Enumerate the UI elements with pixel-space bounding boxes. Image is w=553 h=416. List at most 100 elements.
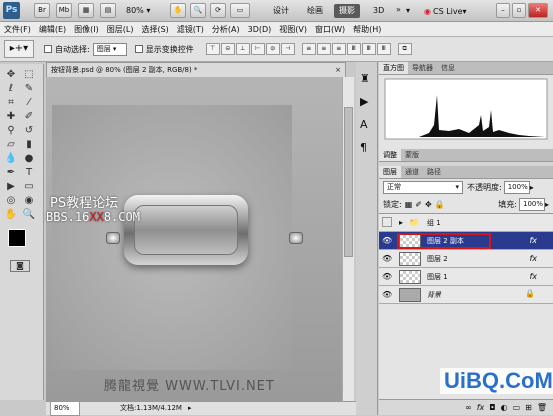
adjustment-layer-icon[interactable]: ◐: [501, 403, 508, 412]
quick-select-tool-icon[interactable]: ✎: [20, 82, 38, 96]
visibility-eye-icon[interactable]: 👁: [382, 290, 392, 299]
align-hcenter-icon[interactable]: ⦶: [265, 43, 280, 55]
workspace-painting[interactable]: 绘画: [302, 4, 328, 18]
distribute-right-icon[interactable]: Ⅲ: [376, 43, 391, 55]
quick-mask-icon[interactable]: ◙: [10, 260, 30, 272]
workspace-menu-arrow[interactable]: ▾: [406, 4, 410, 18]
foreground-color-swatch[interactable]: [8, 229, 26, 247]
opacity-field[interactable]: 100%: [503, 181, 530, 194]
cs-live-button[interactable]: ◉ CS Live ▾: [424, 4, 467, 18]
restore-button[interactable]: ▫: [512, 3, 526, 18]
layer-effects-icon[interactable]: fx: [529, 268, 537, 286]
expand-arrow-icon[interactable]: ▸: [399, 214, 403, 232]
bridge-button[interactable]: Br: [34, 3, 50, 18]
status-zoom-field[interactable]: 80%: [50, 401, 80, 416]
hand-tool-icon[interactable]: ✋: [2, 208, 20, 222]
add-style-icon[interactable]: fx: [477, 403, 485, 412]
workspace-photography[interactable]: 摄影: [334, 4, 360, 18]
menu-layer[interactable]: 图层(L): [103, 22, 138, 37]
show-transform-checkbox[interactable]: [134, 45, 143, 53]
tab-histogram[interactable]: 直方图: [379, 62, 408, 74]
visibility-toggle-empty[interactable]: [382, 217, 392, 227]
tool-preset-picker[interactable]: ▸+▾: [4, 40, 34, 58]
zoom-tool-icon[interactable]: 🔍: [20, 208, 38, 222]
menu-select[interactable]: 选择(S): [137, 22, 172, 37]
distribute-vcenter-icon[interactable]: ≡: [316, 43, 331, 55]
distribute-top-icon[interactable]: ≡: [301, 43, 316, 55]
healing-brush-tool-icon[interactable]: ✚: [2, 110, 20, 124]
minimize-button[interactable]: –: [496, 3, 510, 18]
fill-field[interactable]: 100%: [518, 198, 545, 211]
lasso-tool-icon[interactable]: ℓ: [2, 82, 20, 96]
menu-3d[interactable]: 3D(D): [244, 22, 276, 37]
visibility-eye-icon[interactable]: 👁: [382, 254, 392, 263]
canvas-vertical-scrollbar[interactable]: [342, 77, 354, 402]
layer-effects-icon[interactable]: fx: [529, 232, 537, 250]
tab-navigator[interactable]: 导航器: [408, 62, 437, 74]
distribute-left-icon[interactable]: Ⅲ: [346, 43, 361, 55]
mini-bridge-button[interactable]: Mb: [56, 3, 72, 18]
menu-file[interactable]: 文件(F): [0, 22, 35, 37]
rotate-view-button[interactable]: ⟳: [210, 3, 226, 18]
distribute-hcenter-icon[interactable]: Ⅲ: [361, 43, 376, 55]
brush-tool-icon[interactable]: ✐: [20, 110, 38, 124]
move-tool-icon[interactable]: ✥: [2, 68, 20, 82]
paragraph-panel-icon[interactable]: ¶: [360, 141, 373, 154]
layer-row-layer-2[interactable]: 👁 图层 2 fx: [379, 250, 553, 268]
actions-panel-icon[interactable]: ▶: [360, 95, 373, 108]
tab-layers[interactable]: 图层: [379, 166, 401, 178]
auto-select-checkbox[interactable]: [44, 45, 52, 53]
menu-image[interactable]: 图像(I): [70, 22, 103, 37]
align-top-icon[interactable]: ⊤: [205, 43, 220, 55]
new-group-icon[interactable]: ▭: [513, 403, 521, 412]
document-canvas[interactable]: PS教程论坛 BBS.16XX8.COM 腾龍視覺 WWW.TLVI.NET: [46, 77, 342, 402]
menu-filter[interactable]: 滤镜(T): [173, 22, 208, 37]
pen-tool-icon[interactable]: ✒: [2, 166, 20, 180]
marquee-tool-icon[interactable]: ⬚: [20, 68, 38, 82]
distribute-bottom-icon[interactable]: ≡: [331, 43, 346, 55]
workspace-more-button[interactable]: »: [396, 5, 401, 14]
arrange-docs-button[interactable]: ▤: [100, 3, 116, 18]
tab-masks[interactable]: 蒙版: [401, 149, 423, 161]
3d-rotate-tool-icon[interactable]: ◎: [2, 194, 20, 208]
visibility-eye-icon[interactable]: 👁: [382, 236, 392, 245]
layer-row-layer-1[interactable]: 👁 图层 1 fx: [379, 268, 553, 286]
align-bottom-icon[interactable]: ⊥: [235, 43, 250, 55]
eraser-tool-icon[interactable]: ▱: [2, 138, 20, 152]
hand-tool-button[interactable]: ✋: [170, 3, 186, 18]
opacity-slider-arrow[interactable]: ▸: [530, 183, 534, 192]
eyedropper-tool-icon[interactable]: ⁄: [20, 96, 38, 110]
align-left-icon[interactable]: ⊢: [250, 43, 265, 55]
scroll-thumb[interactable]: [344, 107, 353, 257]
history-panel-icon[interactable]: ♜: [360, 72, 373, 85]
new-layer-icon[interactable]: ⊞: [525, 403, 532, 412]
tab-channels[interactable]: 通道: [401, 166, 423, 178]
dodge-tool-icon[interactable]: ●: [20, 152, 38, 166]
menu-view[interactable]: 视图(V): [275, 22, 311, 37]
close-button[interactable]: ✕: [528, 3, 548, 18]
document-tab[interactable]: 按钮背景.psd @ 80% (图层 2 副本, RGB/8) * ×: [46, 62, 346, 77]
workspace-design[interactable]: 设计: [268, 4, 294, 18]
auto-select-dropdown[interactable]: 图层 ▾: [92, 42, 127, 56]
align-vcenter-icon[interactable]: ⊝: [220, 43, 235, 55]
tab-paths[interactable]: 路径: [423, 166, 445, 178]
zoom-level-select[interactable]: 80% ▾: [126, 4, 162, 18]
view-extras-button[interactable]: ▦: [78, 3, 94, 18]
menu-window[interactable]: 窗口(W): [311, 22, 349, 37]
auto-align-icon[interactable]: ⧉: [397, 43, 412, 55]
blur-tool-icon[interactable]: 💧: [2, 152, 20, 166]
link-layers-icon[interactable]: ∞: [465, 403, 472, 412]
menu-edit[interactable]: 编辑(E): [35, 22, 70, 37]
history-brush-tool-icon[interactable]: ↺: [20, 124, 38, 138]
tab-adjustments[interactable]: 调整: [379, 149, 401, 161]
gradient-tool-icon[interactable]: ▮: [20, 138, 38, 152]
type-tool-icon[interactable]: T: [20, 166, 38, 180]
menu-analysis[interactable]: 分析(A): [208, 22, 244, 37]
layer-row-layer-2-copy[interactable]: 👁 图层 2 副本 fx: [379, 232, 553, 250]
layer-effects-icon[interactable]: fx: [529, 250, 537, 268]
status-menu-arrow[interactable]: ▸: [188, 402, 192, 415]
clone-stamp-tool-icon[interactable]: ⚲: [2, 124, 20, 138]
layer-row-group-1[interactable]: ▸ 📁 组 1: [379, 214, 553, 232]
layer-row-background[interactable]: 👁 背景 🔒: [379, 286, 553, 304]
crop-tool-icon[interactable]: ⌗: [2, 96, 20, 110]
